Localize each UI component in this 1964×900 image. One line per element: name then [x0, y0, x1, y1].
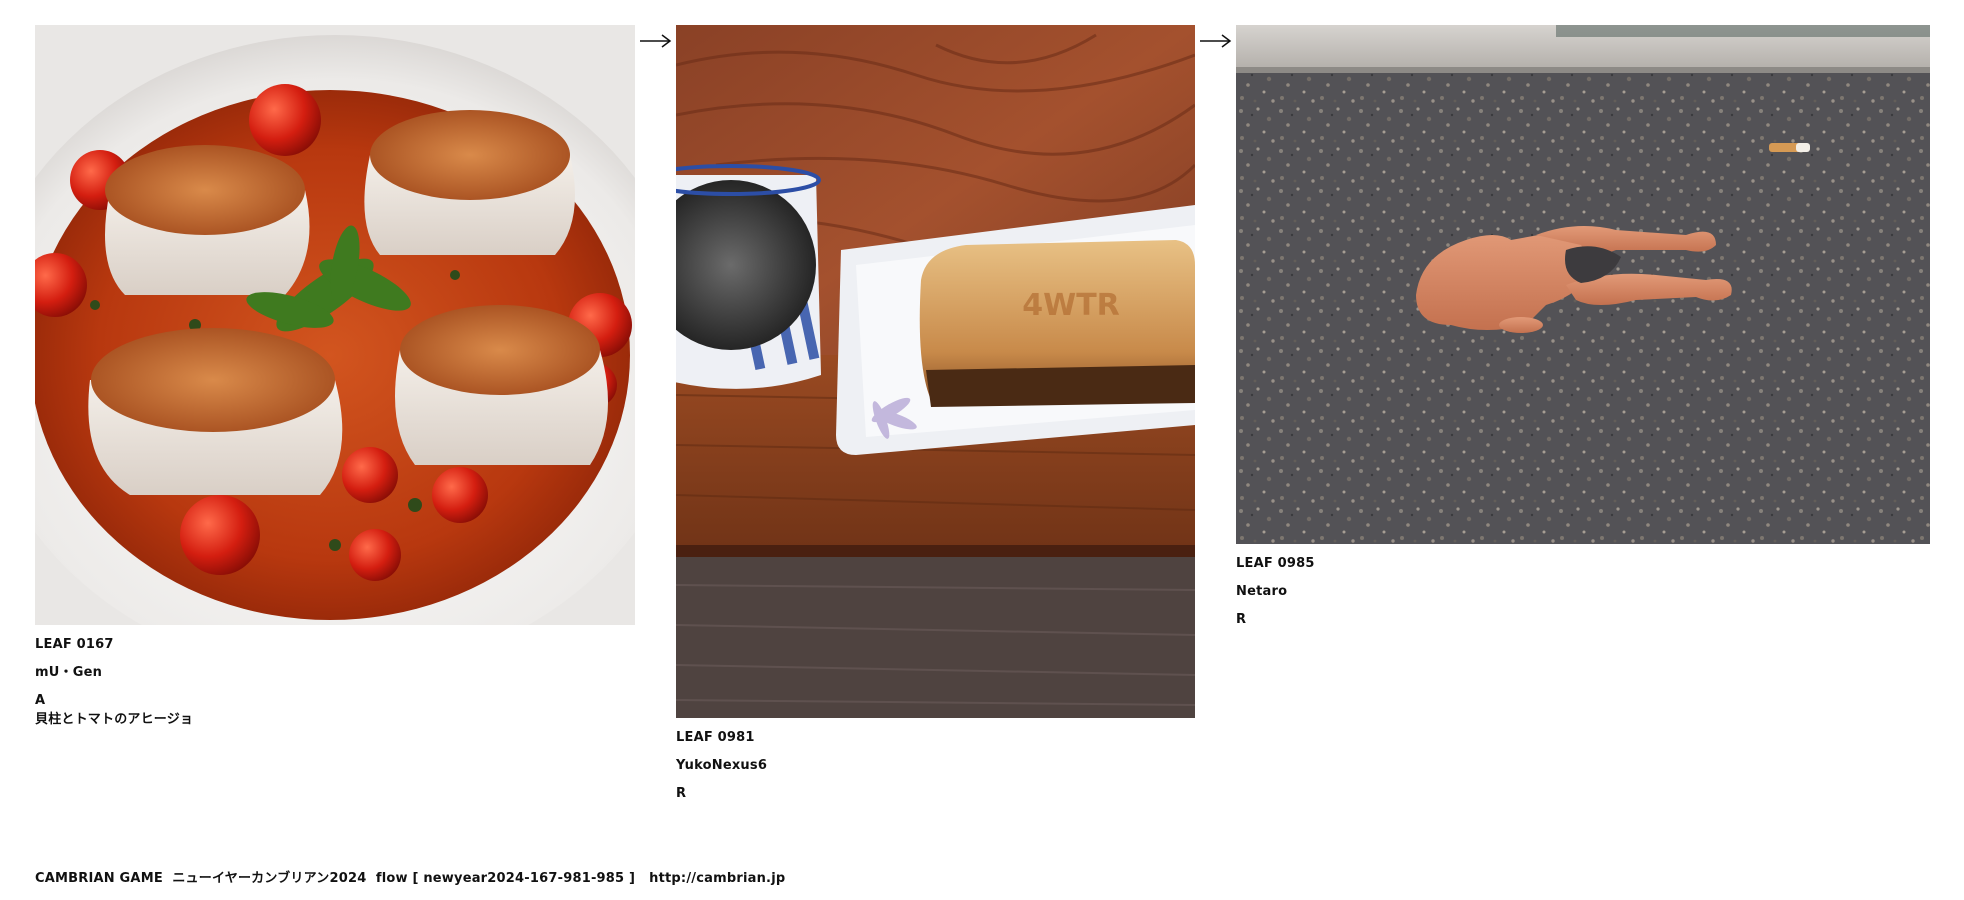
footer-url-link[interactable]: http://cambrian.jp [649, 871, 785, 886]
leaf-id[interactable]: LEAF 0981 [676, 730, 1195, 746]
arrow-right-icon [640, 34, 672, 48]
leaf-caption: LEAF 0981 YukoNexus6 R [676, 730, 1195, 802]
clay-figure-on-asphalt-illustration [1236, 25, 1930, 544]
page: LEAF 0167 mU・Gen A 貝柱とトマトのアヒージョ 4WTR LEA… [0, 0, 1964, 900]
footer-title: CAMBRIAN GAME ニューイヤーカンブリアン2024 flow [ ne… [35, 871, 636, 886]
svg-text:4WTR: 4WTR [1022, 288, 1120, 323]
leaf-caption: LEAF 0985 Netaro R [1236, 556, 1930, 628]
leaf-card: 4WTR LEAF 0981 YukoNexus6 R [676, 25, 1195, 802]
leaf-tag: A [35, 693, 46, 708]
leaf-author[interactable]: mU・Gen [35, 665, 635, 681]
leaf-card: LEAF 0167 mU・Gen A 貝柱とトマトのアヒージョ [35, 25, 635, 728]
footer: CAMBRIAN GAME ニューイヤーカンブリアン2024 flow [ ne… [35, 867, 785, 886]
scallop-dish-illustration [35, 25, 635, 625]
leaf-caption: LEAF 0167 mU・Gen A 貝柱とトマトのアヒージョ [35, 637, 635, 728]
leaf-author[interactable]: Netaro [1236, 584, 1930, 600]
leaf-image-scallops[interactable] [35, 25, 635, 625]
leaf-tag: R [676, 786, 687, 801]
arrow-right-icon [1200, 34, 1232, 48]
leaf-image-toast-coffee[interactable]: 4WTR [676, 25, 1195, 718]
leaf-note: 貝柱とトマトのアヒージョ [35, 712, 194, 727]
leaf-tag: R [1236, 612, 1247, 627]
leaf-image-clay-figure[interactable] [1236, 25, 1930, 544]
toast-coffee-illustration: 4WTR [676, 25, 1195, 718]
leaf-id[interactable]: LEAF 0167 [35, 637, 635, 653]
leaf-card: LEAF 0985 Netaro R [1236, 25, 1930, 628]
leaf-author[interactable]: YukoNexus6 [676, 758, 1195, 774]
leaf-id[interactable]: LEAF 0985 [1236, 556, 1930, 572]
